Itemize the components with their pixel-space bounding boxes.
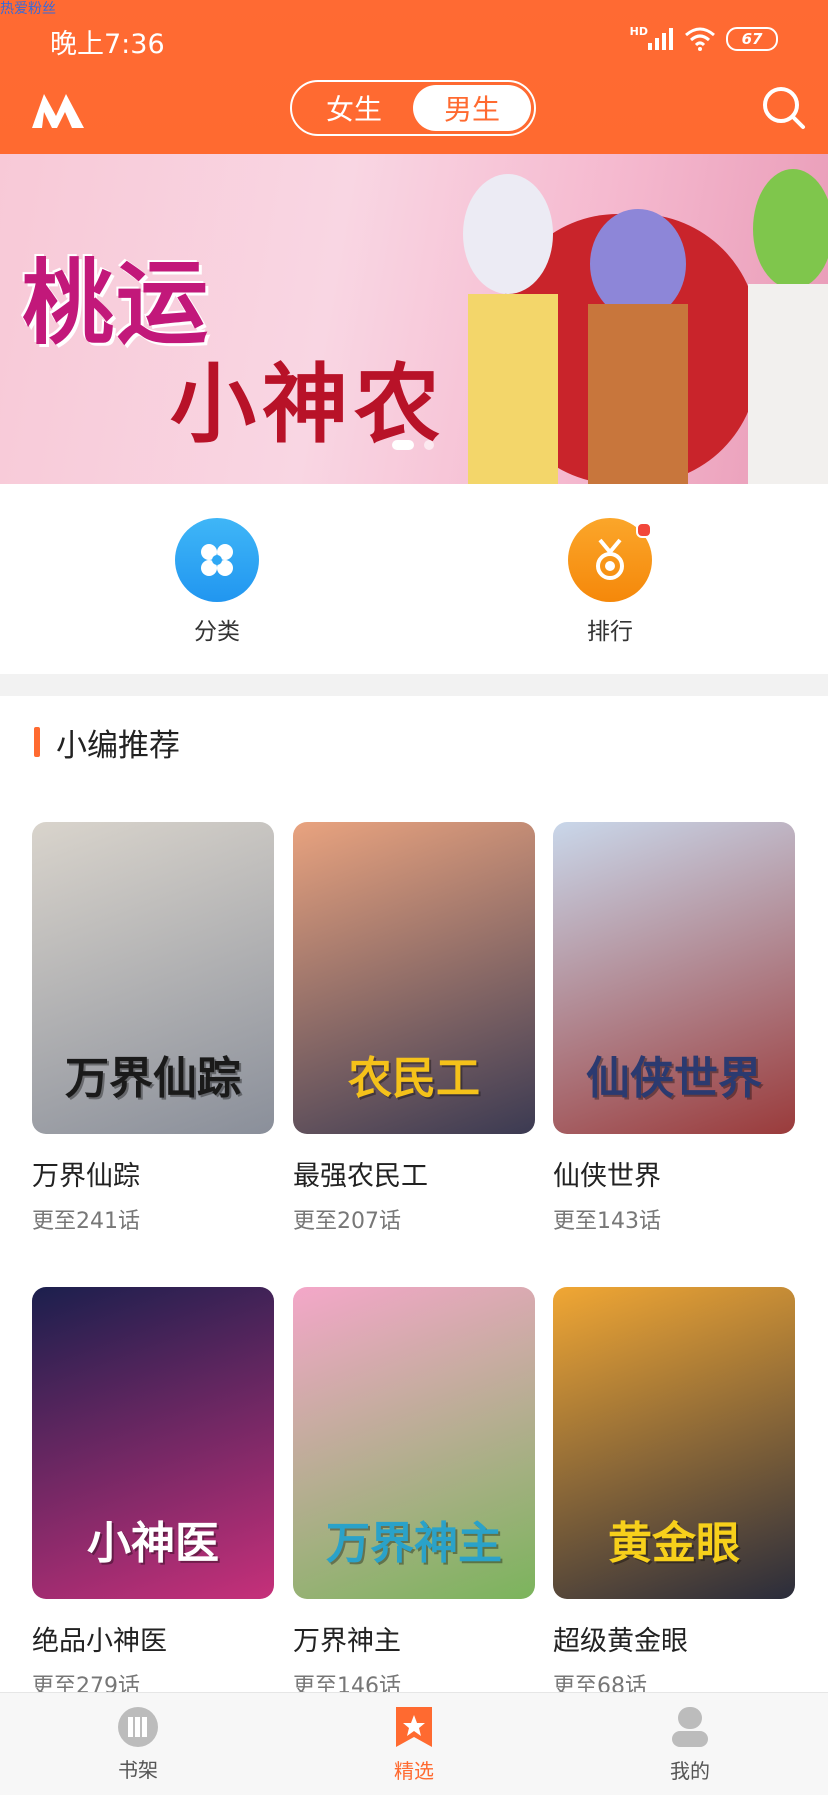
promo-banner[interactable]: 桃运 小神农 <box>0 154 828 484</box>
section-divider <box>0 674 828 696</box>
tab-profile[interactable]: 我的 <box>552 1693 828 1795</box>
featured-star-icon <box>396 1706 432 1747</box>
app-logo-icon <box>32 94 84 128</box>
tab-female[interactable]: 女生 <box>295 85 413 131</box>
comic-title: 最强农民工 <box>293 1161 428 1192</box>
tab-male[interactable]: 男生 <box>413 85 531 131</box>
section-accent-bar <box>34 727 40 757</box>
shortcut-category[interactable]: 分类 <box>157 518 277 646</box>
shortcut-label: 分类 <box>194 619 240 645</box>
comic-cover[interactable]: 农民工 <box>293 822 535 1134</box>
banner-illustration <box>463 169 828 484</box>
comic-title: 超级黄金眼 <box>553 1626 688 1657</box>
medal-icon <box>568 518 652 602</box>
shortcut-label: 排行 <box>587 619 633 645</box>
top-bar: 热爱粉丝 晚上7:36 HD 67 女生 男生 <box>0 0 828 154</box>
comic-card[interactable]: 仙侠世界 仙侠世界 更至143话 <box>553 822 795 1235</box>
wifi-icon <box>685 27 715 51</box>
tab-bookshelf[interactable]: 书架 <box>0 1693 276 1795</box>
watermark-text: 热爱粉丝 <box>0 1 56 17</box>
network-type-label: HD <box>629 24 648 38</box>
search-icon[interactable] <box>760 84 806 130</box>
notification-badge <box>636 522 652 538</box>
comic-card[interactable]: 农民工最强农民工更至207话 <box>293 822 535 1235</box>
profile-icon <box>672 1706 708 1747</box>
comic-title: 仙侠世界 <box>553 1161 661 1192</box>
comic-title: 万界仙踪 <box>32 1161 140 1192</box>
section-title: 小编推荐 <box>56 727 180 764</box>
comic-cover[interactable]: 万界仙踪 <box>32 822 274 1134</box>
comic-cover[interactable]: 万界神主 <box>293 1287 535 1599</box>
banner-dot-active <box>392 440 414 450</box>
banner-dot <box>424 440 434 450</box>
comic-cover[interactable]: 仙侠世界 <box>553 822 795 1134</box>
comic-cover-title: 黄金眼 <box>608 1518 740 1569</box>
gender-switch: 女生 男生 <box>290 80 536 136</box>
comic-card[interactable]: 小神医 绝品小神医 更至279话 <box>32 1287 274 1700</box>
tab-label: 书架 <box>118 1757 158 1782</box>
comic-progress: 更至143话 <box>553 1209 661 1234</box>
comic-cover[interactable]: 黄金眼 <box>553 1287 795 1599</box>
comic-cover[interactable]: 小神医 <box>32 1287 274 1599</box>
banner-pagination <box>392 440 434 450</box>
bottom-tab-bar: 书架 精选 我的 <box>0 1692 828 1795</box>
shortcut-row: 分类 排行 <box>0 484 828 674</box>
shortcut-ranking[interactable]: 排行 <box>550 518 670 646</box>
bookshelf-icon <box>118 1706 158 1747</box>
comic-card[interactable]: 万界仙踪 万界仙踪 更至241话 <box>32 822 274 1235</box>
signal-icon <box>648 28 673 50</box>
comic-title: 万界神主 <box>293 1626 401 1657</box>
comic-cover-title: 农民工 <box>348 1053 480 1104</box>
comic-cover-title: 仙侠世界 <box>586 1053 762 1104</box>
comic-title: 绝品小神医 <box>32 1626 167 1657</box>
status-icons: HD 67 <box>630 24 778 54</box>
comic-card[interactable]: 万界神主 万界神主 更至146话 <box>293 1287 535 1700</box>
section-header: 小编推荐 <box>34 722 180 764</box>
comic-cover-title: 万界神主 <box>326 1518 502 1569</box>
comic-card[interactable]: 黄金眼 超级黄金眼 更至68话 <box>553 1287 795 1700</box>
comic-progress: 更至207话 <box>293 1209 401 1234</box>
comic-cover-title: 小神医 <box>87 1518 219 1569</box>
category-icon <box>175 518 259 602</box>
tab-label: 我的 <box>670 1758 710 1783</box>
battery-indicator: 67 <box>726 27 778 51</box>
comic-progress: 更至241话 <box>32 1209 140 1234</box>
status-time: 晚上7:36 <box>50 29 165 60</box>
tab-label: 精选 <box>394 1758 434 1783</box>
comic-cover-title: 万界仙踪 <box>65 1053 241 1104</box>
tab-featured[interactable]: 精选 <box>276 1693 552 1795</box>
